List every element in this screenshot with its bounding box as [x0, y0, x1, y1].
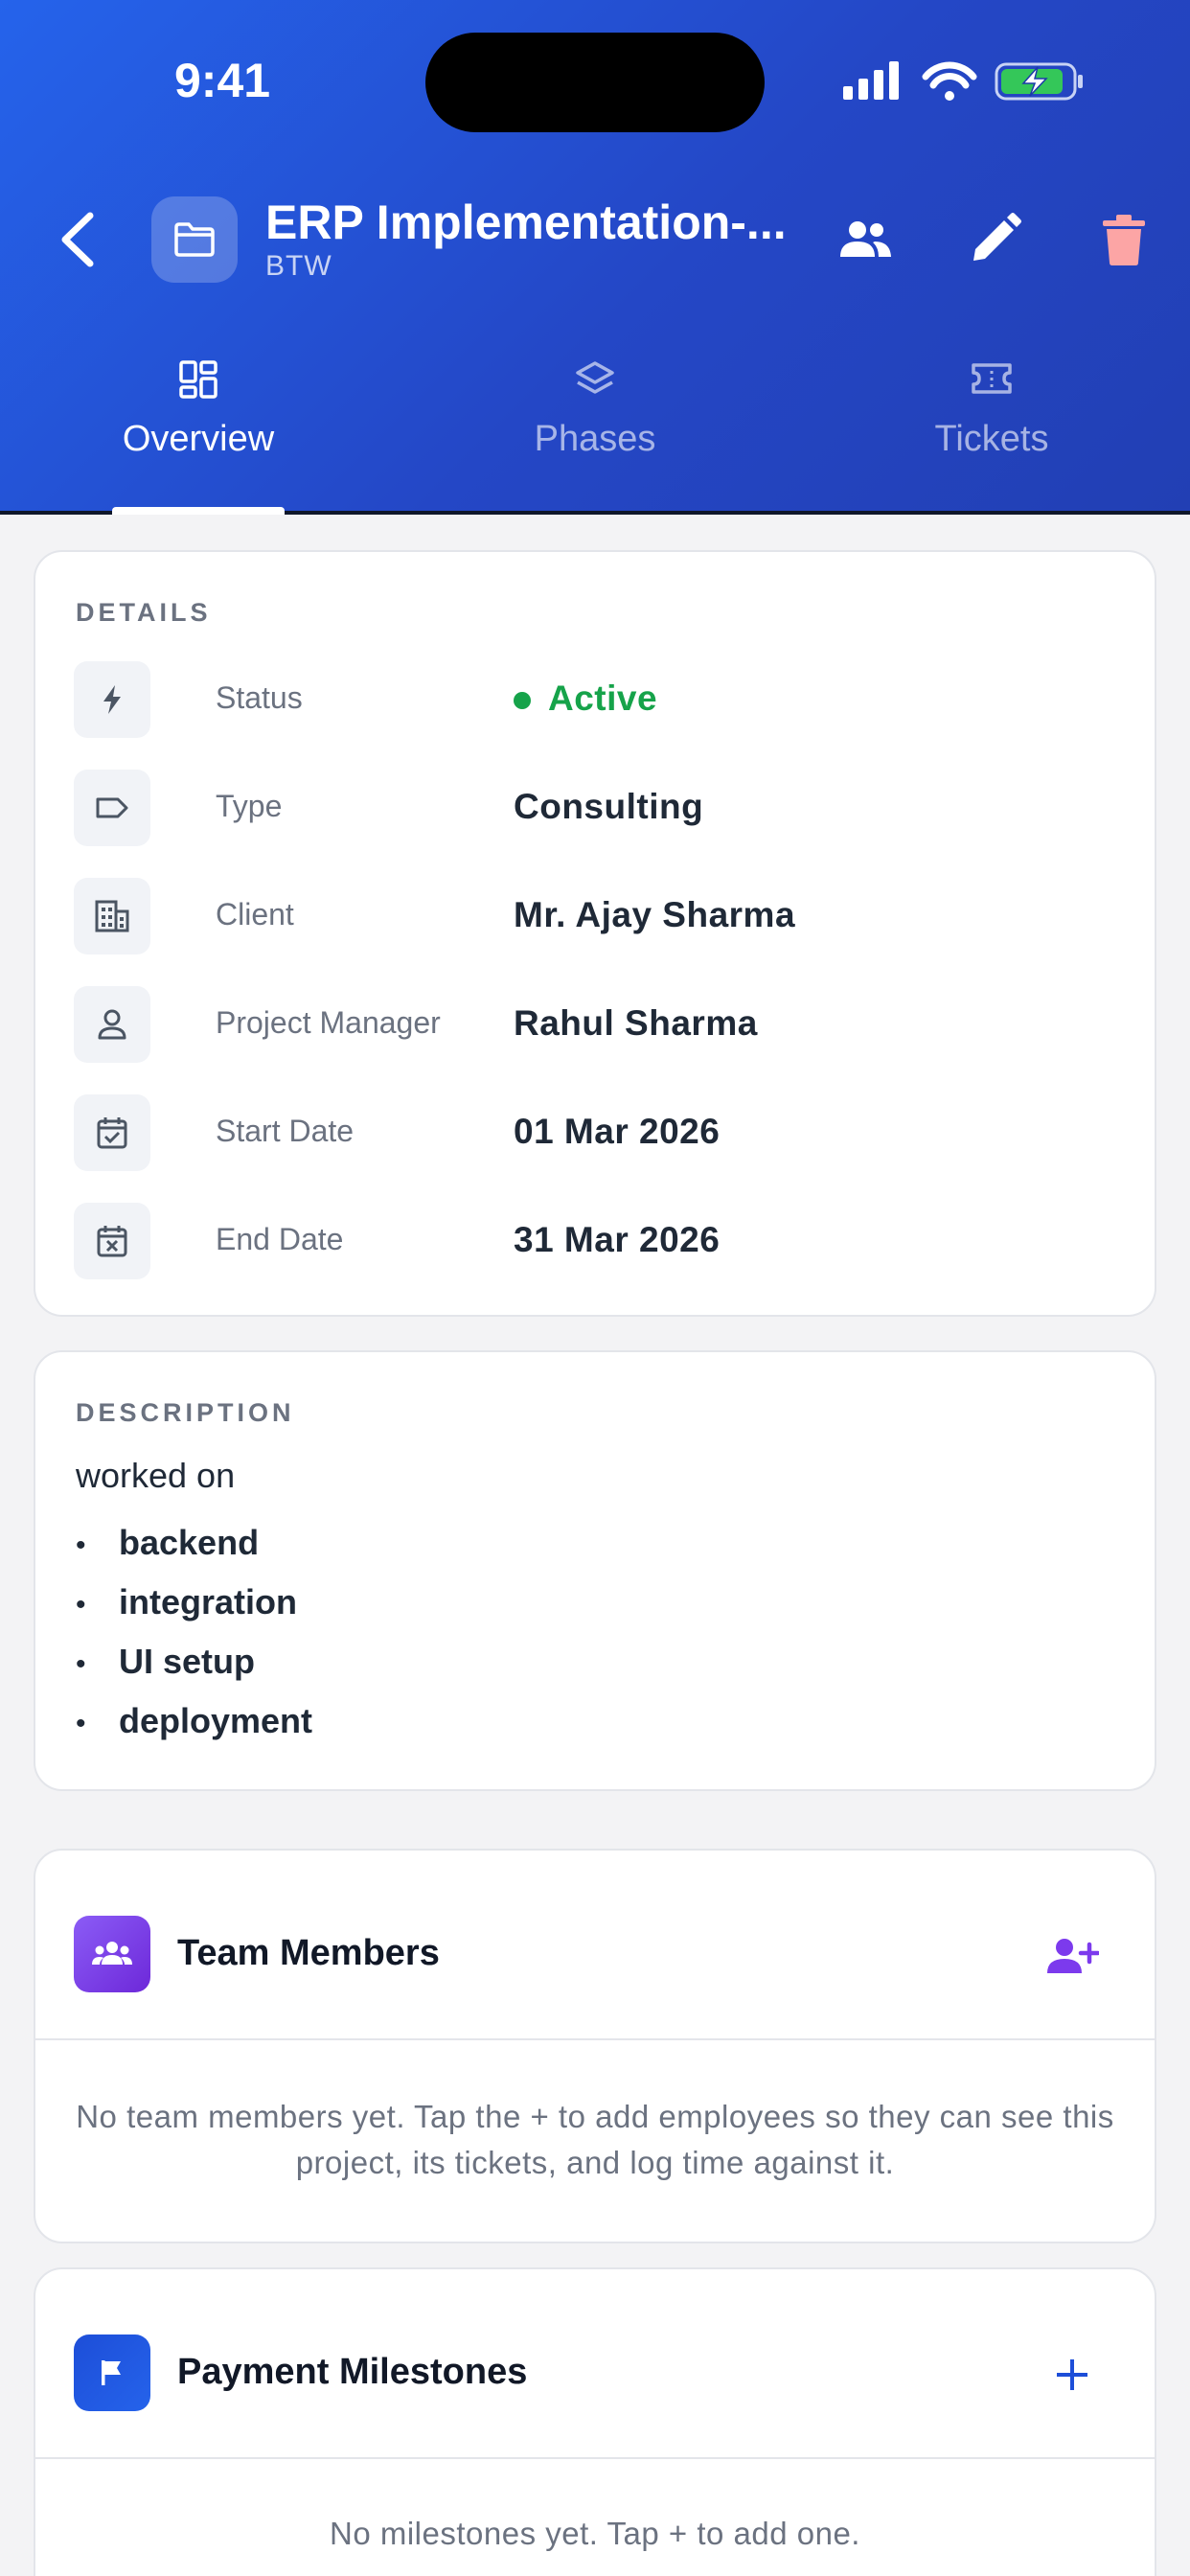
client-value: Mr. Ajay Sharma — [514, 895, 796, 934]
details-section-label: DETAILS — [76, 598, 212, 627]
detail-row-status: Status Active — [74, 661, 1118, 738]
description-bullet: • backend — [76, 1523, 260, 1562]
add-milestone-button[interactable] — [1043, 2346, 1101, 2404]
payment-milestones-card: Payment Milestones No milestones yet. Ta… — [34, 2267, 1156, 2576]
type-key: Type — [216, 789, 283, 823]
person-icon — [98, 1009, 126, 1040]
bolt-icon — [103, 685, 121, 714]
description-bullet: • UI setup — [76, 1642, 256, 1681]
detail-row-type: Type Consulting — [74, 770, 1118, 846]
tab-bar: Overview Phases Tickets — [0, 350, 1190, 515]
nav-row: ERP Implementation-... BTW — [0, 187, 1190, 292]
tab-tickets-label: Tickets — [934, 419, 1049, 459]
type-value: Consulting — [514, 787, 704, 826]
detail-row-start-date: Start Date 01 Mar 2026 — [74, 1094, 1118, 1171]
description-intro: worked on — [76, 1456, 236, 1495]
tab-overview[interactable]: Overview — [0, 350, 397, 515]
ticket-icon — [972, 363, 1012, 394]
tab-tickets[interactable]: Tickets — [793, 350, 1190, 515]
client-field-icon — [74, 878, 150, 954]
project-manager-key: Project Manager — [216, 1005, 441, 1040]
edit-button[interactable] — [961, 206, 1028, 273]
end-date-value: 31 Mar 2026 — [514, 1220, 721, 1259]
description-section-label: DESCRIPTION — [76, 1398, 295, 1427]
project-manager-value: Rahul Sharma — [514, 1003, 758, 1043]
status-field-icon — [74, 661, 150, 738]
tab-overview-label: Overview — [122, 419, 275, 459]
project-manager-field-icon — [74, 986, 150, 1063]
person-add-icon — [1047, 1939, 1099, 1973]
tab-phases-label: Phases — [534, 419, 656, 459]
folder-icon — [174, 222, 215, 257]
tag-icon — [96, 797, 128, 818]
signal-icon — [843, 61, 1083, 101]
payment-milestones-header: Payment Milestones — [35, 2269, 1155, 2459]
add-team-member-button[interactable] — [1043, 1927, 1101, 1985]
delete-button[interactable] — [1090, 206, 1157, 273]
status-time: 9:41 — [174, 54, 271, 107]
description-card: DESCRIPTION worked on • backend • integrat… — [34, 1350, 1156, 1791]
back-arrow-icon — [61, 212, 94, 267]
project-title: ERP Implementation-... — [265, 196, 787, 249]
status-bar: 9:41 — [0, 0, 1190, 163]
group-icon — [92, 1942, 132, 1965]
back-button[interactable] — [50, 206, 107, 273]
status-value: Active — [548, 678, 658, 718]
payment-milestones-title: Payment Milestones — [177, 2352, 528, 2392]
project-folder-badge — [151, 196, 238, 283]
type-field-icon — [74, 770, 150, 846]
edit-pencil-icon — [973, 213, 1021, 261]
calendar-check-icon — [97, 1117, 127, 1149]
description-bullet: • integration — [76, 1582, 297, 1622]
detail-row-project-manager: Project Manager Rahul Sharma — [74, 986, 1118, 1063]
start-date-value: 01 Mar 2026 — [514, 1112, 721, 1151]
dashboard-grid-icon — [179, 360, 217, 399]
start-date-key: Start Date — [216, 1114, 355, 1148]
client-key: Client — [216, 897, 294, 932]
app-header: 9:41 ERP Implementation-... BTW Overview… — [0, 0, 1190, 515]
payment-milestones-empty-message: No milestones yet. Tap + to add one. — [330, 2516, 860, 2551]
team-icon — [840, 221, 891, 257]
start-date-field-icon — [74, 1094, 150, 1171]
team-members-badge — [74, 1916, 150, 1992]
payment-milestones-badge — [74, 2334, 150, 2411]
team-members-header: Team Members — [35, 1851, 1155, 2040]
team-members-title: Team Members — [177, 1933, 440, 1973]
team-members-empty-message: No team members yet. Tap the + to add em… — [76, 2099, 1114, 2180]
team-members-card: Team Members No team members yet. Tap th… — [34, 1849, 1156, 2243]
building-icon — [95, 900, 129, 932]
plus-icon — [1057, 2359, 1087, 2390]
status-key: Status — [216, 680, 303, 715]
team-button[interactable] — [832, 206, 899, 273]
layers-icon — [576, 361, 614, 394]
description-bullet: • deployment — [76, 1701, 313, 1740]
project-code: BTW — [265, 250, 332, 282]
status-icons — [843, 59, 1131, 107]
end-date-field-icon — [74, 1203, 150, 1279]
trash-icon — [1103, 215, 1145, 265]
detail-row-end-date: End Date 31 Mar 2026 — [74, 1203, 1118, 1279]
dynamic-island — [425, 33, 765, 132]
details-card: DETAILS Status Active Type Consulting Cl… — [34, 550, 1156, 1317]
active-tab-indicator — [112, 507, 285, 515]
detail-row-client: Client Mr. Ajay Sharma — [74, 878, 1118, 954]
flag-icon — [102, 2360, 121, 2385]
tab-phases[interactable]: Phases — [397, 350, 793, 515]
end-date-key: End Date — [216, 1222, 344, 1256]
calendar-x-icon — [97, 1226, 127, 1257]
